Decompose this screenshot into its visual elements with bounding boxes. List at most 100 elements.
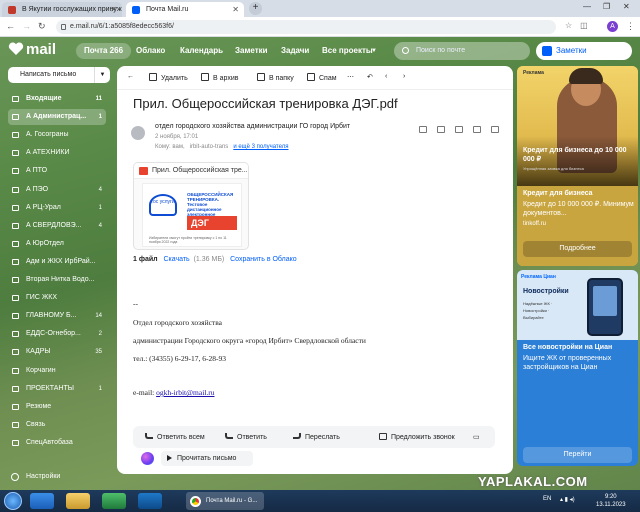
menu-icon[interactable]: ⋮ (626, 21, 635, 32)
down-icon[interactable]: › (403, 73, 405, 80)
nav-tasks[interactable]: Задачи (281, 43, 309, 59)
sidebar-folder[interactable]: А ПТО (8, 163, 106, 179)
language-indicator[interactable]: EN (543, 496, 551, 502)
ad-go-button[interactable]: Перейти (523, 447, 632, 463)
nav-mail[interactable]: Почта 266 (76, 43, 132, 59)
more-icon[interactable]: ⋯ (347, 73, 354, 81)
delete-button[interactable]: Удалить (149, 73, 188, 82)
tab-label: Почта Mail.ru (146, 6, 189, 13)
download-link[interactable]: Скачать (163, 256, 189, 263)
maximize-icon[interactable]: ❐ (603, 2, 610, 11)
sidebar-folder[interactable]: ПРОЕКТАНТЫ 1 (8, 381, 106, 397)
sidebar-folder[interactable]: ГИС ЖКХ (8, 290, 106, 306)
read-aloud-button[interactable]: Прочитать письмо (161, 451, 253, 466)
sidebar-folder[interactable]: ГЛАВНОМУ Б... 14 (8, 308, 106, 324)
ad-banner-cian[interactable]: Реклама Циан Новостройки Надёжные ЖК · Н… (517, 270, 638, 466)
nav-all-projects[interactable]: Все проекты (322, 43, 373, 59)
message-subject: Прил. Общероссийская тренировка ДЭГ.pdf (133, 96, 398, 111)
reply-all-icon (145, 433, 153, 439)
spam-button[interactable]: Спам (307, 73, 337, 82)
extension-icons[interactable]: ☆◫ (565, 21, 596, 30)
call-button[interactable]: Предложить звонок (379, 433, 455, 441)
folder-sidebar: Написать письмо ▼ Входящие 11 А Администра… (0, 65, 115, 490)
chevron-down-icon[interactable]: ▼ (94, 67, 110, 83)
sidebar-folder-label: А АТЕХНИКИ (26, 149, 70, 157)
recipient[interactable]: irbit-auto-trans (190, 144, 229, 150)
sidebar-folder[interactable]: Корчагин (8, 363, 106, 379)
print-icon[interactable]: ▭ (473, 433, 480, 441)
reply-button[interactable]: Ответить (225, 433, 267, 441)
clock[interactable]: 9:20 13.11.2023 (596, 493, 626, 509)
sidebar-folder[interactable]: Входящие 11 (8, 91, 106, 107)
sidebar-folder[interactable]: ЕДДС-Огнебор... 2 (8, 326, 106, 342)
window-close-icon[interactable]: ✕ (623, 2, 630, 11)
search-input[interactable]: Поиск по почте (394, 42, 530, 60)
nav-cloud[interactable]: Облако (136, 43, 165, 59)
explorer-icon[interactable] (66, 493, 90, 509)
tab-close-icon[interactable]: ✕ (232, 2, 239, 17)
sidebar-folder-label: А РЦ-Урал (26, 203, 61, 211)
back-icon[interactable]: ← (6, 21, 15, 31)
settings-item[interactable]: Настройки (8, 469, 106, 485)
save-to-cloud-link[interactable]: Сохранить в Облако (230, 256, 297, 263)
start-button[interactable] (4, 492, 22, 510)
mail-logo[interactable]: mail (8, 41, 56, 58)
notes-button[interactable]: Заметки (536, 42, 632, 60)
media-icon[interactable] (102, 493, 126, 509)
sidebar-folder[interactable]: КАДРЫ 35 (8, 344, 106, 360)
more-options-icon[interactable] (473, 126, 481, 133)
attachment-card[interactable]: Прил. Общероссийская тре... гос услуги О… (133, 162, 249, 250)
reply-all-button[interactable]: Ответить всем (145, 433, 205, 441)
sidebar-folder[interactable]: Резюме (8, 399, 106, 415)
video-icon[interactable] (437, 126, 445, 133)
sidebar-folder[interactable]: А. Госограны (8, 127, 106, 143)
forward-button[interactable]: Переслать (293, 433, 340, 441)
sidebar-folder[interactable]: Вторая Нитка Водо... (8, 272, 106, 288)
up-icon[interactable]: ‹ (385, 73, 387, 80)
forward-icon[interactable]: → (22, 21, 31, 31)
more-recipients-link[interactable]: и ещё 3 получателя (233, 144, 288, 150)
gear-icon (11, 473, 19, 481)
print-icon[interactable] (491, 126, 499, 133)
chevron-down-icon[interactable]: ▼ (371, 43, 377, 59)
folder-icon (12, 240, 19, 247)
sidebar-folder[interactable]: А ЮрОтдел (8, 236, 106, 252)
taskbar-chrome[interactable]: Почта Mail.ru - G... (186, 492, 264, 510)
attachment-header: Прил. Общероссийская тре... (134, 163, 248, 179)
sidebar-folder[interactable]: А Администрац... 1 (8, 109, 106, 126)
browser-tab-mail[interactable]: Почта Mail.ru ✕ (126, 2, 244, 17)
archive-icon (201, 73, 209, 81)
ad-details-button[interactable]: Подробнее (523, 241, 632, 257)
sidebar-folder[interactable]: Адм и ЖКХ ИрбРай... (8, 254, 106, 270)
ad-banner-credit[interactable]: Реклама Кредит для бизнеса до 10 000 000… (517, 66, 638, 266)
assistant-icon[interactable] (141, 452, 154, 465)
sidebar-folder[interactable]: А ПЭО 4 (8, 182, 106, 198)
move-to-folder-button[interactable]: В папку (257, 73, 294, 82)
back-icon[interactable]: ← (127, 73, 134, 80)
tray-icons[interactable]: ▴ ▮ ◂) (560, 496, 575, 503)
minimize-icon[interactable]: — (583, 2, 591, 11)
sidebar-folder[interactable]: А РЦ-Урал 1 (8, 200, 106, 216)
attachment-thumbnail[interactable]: гос услуги ОБЩЕРОССИЙСКАЯ ТРЕНИРОВКА. Те… (142, 183, 242, 247)
sidebar-folder[interactable]: Связь (8, 417, 106, 433)
mail-icon[interactable] (419, 126, 427, 133)
tab-close-icon[interactable]: ✕ (110, 2, 117, 17)
sidebar-folder[interactable]: А СВЕРДЛОВЭ... 4 (8, 218, 106, 234)
archive-button[interactable]: В архив (201, 73, 238, 82)
url-input[interactable]: e.mail.ru/6/1:a5085f8edecc563f6/ (56, 20, 556, 34)
sidebar-folder[interactable]: СпецАвтобаза (8, 435, 106, 451)
app-icon[interactable] (138, 493, 162, 509)
compose-button[interactable]: Написать письмо ▼ (8, 67, 110, 83)
prev-message-icon[interactable]: ↶ (367, 73, 373, 81)
browser-tab-news[interactable]: В Якутии госслужащих принуж ✕ (2, 2, 122, 17)
new-tab-button[interactable]: + (249, 2, 262, 15)
reload-icon[interactable]: ↻ (38, 21, 46, 32)
ie-icon[interactable] (30, 493, 54, 509)
nav-notes[interactable]: Заметки (235, 43, 268, 59)
sender-name[interactable]: отдел городского хозяйства администрации… (155, 123, 350, 130)
nav-calendar[interactable]: Календарь (180, 43, 223, 59)
profile-avatar[interactable]: А (607, 21, 618, 32)
calendar-icon[interactable] (455, 126, 463, 133)
sidebar-folder[interactable]: А АТЕХНИКИ (8, 145, 106, 161)
email-link[interactable]: ogkh-irbit@mail.ru (156, 388, 214, 397)
